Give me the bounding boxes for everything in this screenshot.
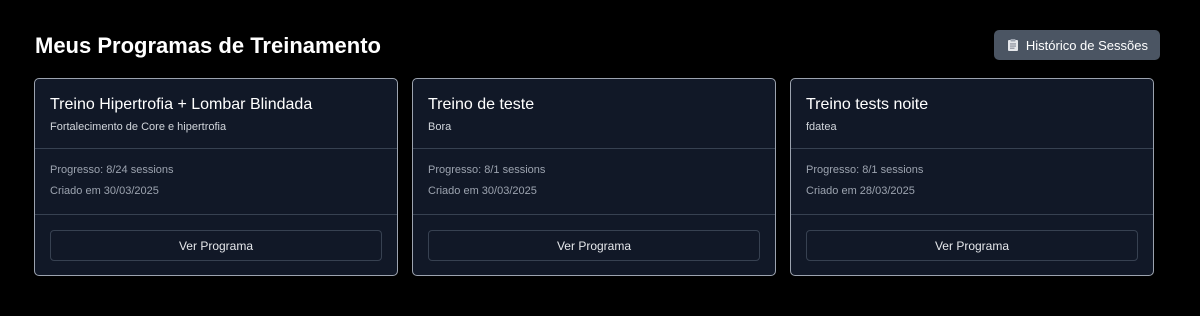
- view-program-button[interactable]: Ver Programa: [50, 230, 382, 261]
- program-list: Treino Hipertrofia + Lombar Blindada For…: [34, 78, 1154, 276]
- header: Meus Programas de Treinamento Histórico …: [35, 30, 1160, 60]
- program-created-date: Criado em 28/03/2025: [806, 185, 915, 197]
- session-history-label: Histórico de Sessões: [1025, 37, 1148, 53]
- program-card-header: Treino Hipertrofia + Lombar Blindada For…: [35, 79, 397, 149]
- clipboard-icon: [1006, 38, 1020, 52]
- program-card-header: Treino de teste Bora: [413, 79, 775, 149]
- page-title: Meus Programas de Treinamento: [35, 33, 381, 58]
- program-title: Treino de teste: [428, 96, 535, 113]
- program-card-meta: Progresso: 8/1 sessions Criado em 28/03/…: [791, 149, 1153, 215]
- program-title: Treino tests noite: [806, 96, 929, 113]
- view-program-button[interactable]: Ver Programa: [806, 230, 1138, 261]
- program-card-footer: Ver Programa: [413, 215, 775, 261]
- view-program-button[interactable]: Ver Programa: [428, 230, 760, 261]
- program-card: Treino Hipertrofia + Lombar Blindada For…: [34, 78, 398, 276]
- program-card-footer: Ver Programa: [791, 215, 1153, 261]
- program-progress: Progresso: 8/1 sessions: [428, 164, 546, 176]
- program-card: Treino tests noite fdatea Progresso: 8/1…: [790, 78, 1154, 276]
- program-description: Bora: [428, 121, 452, 133]
- session-history-button[interactable]: Histórico de Sessões: [993, 30, 1160, 60]
- program-progress: Progresso: 8/24 sessions: [50, 164, 174, 176]
- program-description: Fortalecimento de Core e hipertrofia: [50, 121, 227, 133]
- program-title: Treino Hipertrofia + Lombar Blindada: [50, 96, 313, 113]
- program-card-meta: Progresso: 8/1 sessions Criado em 30/03/…: [413, 149, 775, 215]
- program-card-meta: Progresso: 8/24 sessions Criado em 30/03…: [35, 149, 397, 215]
- program-created-date: Criado em 30/03/2025: [50, 185, 159, 197]
- page: Meus Programas de Treinamento Histórico …: [0, 0, 1200, 316]
- program-description: fdatea: [806, 121, 837, 133]
- program-created-date: Criado em 30/03/2025: [428, 185, 537, 197]
- program-progress: Progresso: 8/1 sessions: [806, 164, 924, 176]
- program-card: Treino de teste Bora Progresso: 8/1 sess…: [412, 78, 776, 276]
- program-card-header: Treino tests noite fdatea: [791, 79, 1153, 149]
- program-card-footer: Ver Programa: [35, 215, 397, 261]
